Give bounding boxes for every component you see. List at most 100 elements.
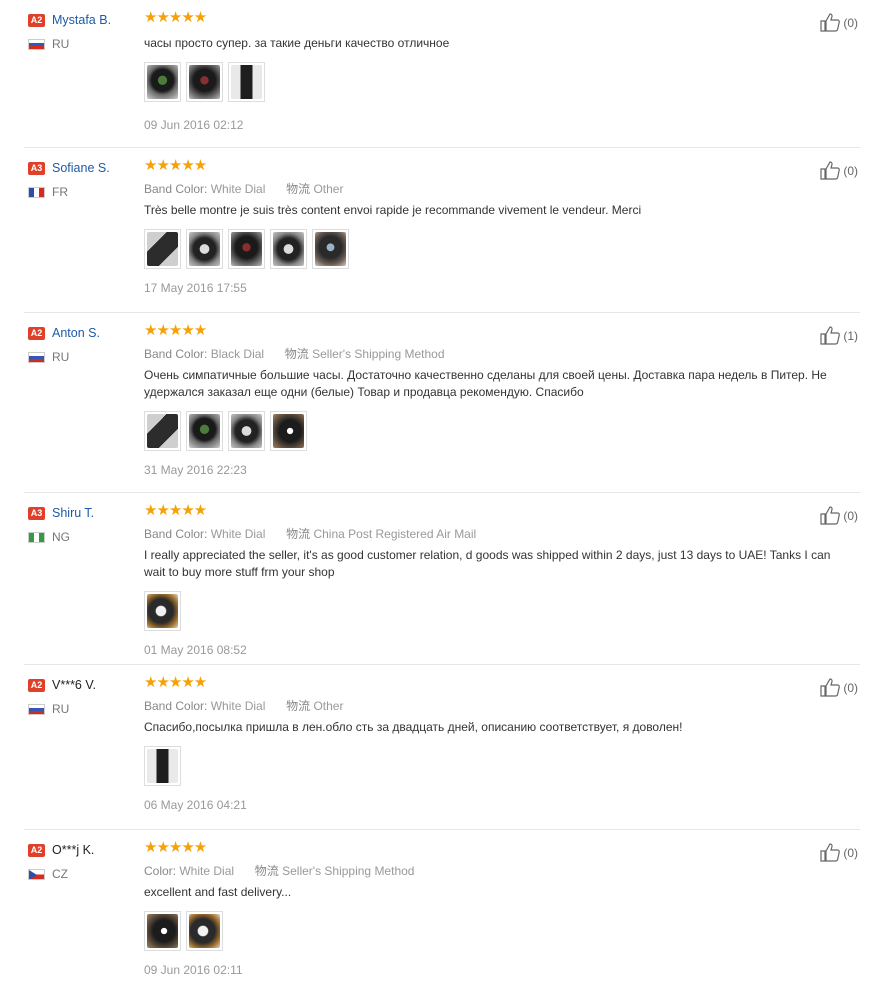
review-content: ★★★★★ Band Color: White Dial 物流 Other Сп…: [144, 675, 834, 812]
review-photo[interactable]: [228, 62, 265, 102]
attr-value: Other: [313, 699, 344, 713]
reviewer-country: RU: [52, 350, 70, 364]
buyer-level-badge: A2: [28, 843, 45, 857]
useful-count: (0): [843, 680, 858, 695]
review-photo[interactable]: [186, 411, 223, 451]
attr-key: 物流: [284, 347, 309, 361]
reviewer-info: A3 Sofiane S. FR: [28, 160, 138, 199]
review-content: ★★★★★ Band Color: Black Dial 物流 Seller's…: [144, 323, 834, 477]
review-photo[interactable]: [270, 229, 307, 269]
review-text: I really appreciated the seller, it's as…: [144, 548, 831, 579]
review-photo[interactable]: [228, 411, 265, 451]
review-date: 09 Jun 2016 02:12: [144, 118, 244, 132]
review-photo[interactable]: [144, 411, 181, 451]
useful-button[interactable]: (1): [820, 326, 858, 345]
flag-icon: [28, 38, 45, 50]
reviewer-country: FR: [52, 185, 68, 199]
star-rating: ★★★★★: [144, 674, 207, 691]
attr-value: China Post Registered Air Mail: [313, 527, 477, 541]
attr-value: White Dial: [210, 182, 266, 196]
reviewer-info: A2 Mystafa B. RU: [28, 12, 138, 51]
review-text: Спасибо,посылка пришла в лен.обло сть за…: [144, 720, 683, 734]
reviewer-country: NG: [52, 530, 70, 544]
review-photo[interactable]: [186, 62, 223, 102]
review-attributes: Band Color: White Dial 物流 Other: [144, 180, 834, 196]
reviewer-info: A2 O***j K. CZ: [28, 842, 138, 881]
review-photo[interactable]: [144, 911, 181, 951]
review-item: A2 Anton S. RU ★★★★★ Band Color: Black D…: [24, 313, 860, 493]
useful-count: (0): [843, 15, 858, 30]
buyer-level-badge: A2: [28, 326, 45, 340]
buyer-level-badge: A2: [28, 13, 45, 27]
useful-count: (0): [843, 163, 858, 178]
attr-value: Seller's Shipping Method: [312, 347, 445, 361]
thumbs-up-icon: [820, 506, 841, 525]
review-item: A3 Shiru T. NG ★★★★★ Band Color: White D…: [24, 493, 860, 665]
useful-button[interactable]: (0): [820, 506, 858, 525]
reviewer-name[interactable]: Anton S.: [52, 326, 100, 340]
review-photo[interactable]: [228, 229, 265, 269]
review-item: A2 O***j K. CZ ★★★★★ Color: White Dial 物…: [24, 830, 860, 990]
buyer-level-badge: A2: [28, 678, 45, 692]
review-photos: [144, 229, 834, 269]
buyer-level-badge: A3: [28, 161, 45, 175]
reviewer-country: RU: [52, 37, 70, 51]
review-photos: [144, 746, 834, 786]
useful-count: (0): [843, 845, 858, 860]
useful-button[interactable]: (0): [820, 843, 858, 862]
useful-button[interactable]: (0): [820, 161, 858, 180]
review-photo[interactable]: [186, 229, 223, 269]
flag-icon: [28, 703, 45, 715]
reviewer-country: CZ: [52, 867, 68, 881]
review-item: A2 Mystafa B. RU ★★★★★ часы просто супер…: [24, 0, 860, 148]
attr-value: White Dial: [179, 864, 235, 878]
thumbs-up-icon: [820, 843, 841, 862]
thumbs-up-icon: [820, 678, 841, 697]
review-content: ★★★★★ часы просто супер. за такие деньги…: [144, 10, 834, 132]
attr-key: Band Color:: [144, 699, 208, 713]
attr-key: Band Color:: [144, 347, 208, 361]
reviewer-info: A2 Anton S. RU: [28, 325, 138, 364]
reviewer-name[interactable]: Shiru T.: [52, 506, 94, 520]
review-content: ★★★★★ Band Color: White Dial 物流 China Po…: [144, 503, 834, 657]
flag-icon: [28, 531, 45, 543]
review-date: 01 May 2016 08:52: [144, 643, 247, 657]
review-date: 09 Jun 2016 02:11: [144, 963, 243, 977]
review-photos: [144, 911, 834, 951]
thumbs-up-icon: [820, 161, 841, 180]
review-photo[interactable]: [144, 591, 181, 631]
review-attributes: Band Color: White Dial 物流 Other: [144, 697, 834, 713]
review-photo[interactable]: [312, 229, 349, 269]
review-item: A3 Sofiane S. FR ★★★★★ Band Color: White…: [24, 148, 860, 313]
flag-icon: [28, 186, 45, 198]
reviewer-name: O***j K.: [52, 843, 95, 857]
review-date: 31 May 2016 22:23: [144, 463, 247, 477]
reviewer-name[interactable]: Sofiane S.: [52, 161, 110, 175]
review-text: excellent and fast delivery...: [144, 885, 292, 899]
review-photo[interactable]: [186, 911, 223, 951]
reviewer-name[interactable]: Mystafa B.: [52, 13, 111, 27]
review-attributes: Color: White Dial 物流 Seller's Shipping M…: [144, 862, 834, 878]
review-photo[interactable]: [144, 746, 181, 786]
review-attributes: Band Color: Black Dial 物流 Seller's Shipp…: [144, 345, 834, 361]
flag-icon: [28, 868, 45, 880]
flag-icon: [28, 351, 45, 363]
reviewer-info: A2 V***6 V. RU: [28, 677, 138, 716]
attr-value: White Dial: [210, 699, 266, 713]
attr-value: Black Dial: [210, 347, 265, 361]
useful-button[interactable]: (0): [820, 13, 858, 32]
useful-button[interactable]: (0): [820, 678, 858, 697]
thumbs-up-icon: [820, 326, 841, 345]
review-item: A2 V***6 V. RU ★★★★★ Band Color: White D…: [24, 665, 860, 830]
review-photo[interactable]: [270, 411, 307, 451]
attr-key: Color:: [144, 864, 177, 878]
review-photo[interactable]: [144, 229, 181, 269]
review-photo[interactable]: [144, 62, 181, 102]
review-photos: [144, 591, 834, 631]
attr-value: Other: [313, 182, 344, 196]
review-date: 06 May 2016 04:21: [144, 798, 247, 812]
review-date: 17 May 2016 17:55: [144, 281, 247, 295]
useful-count: (1): [843, 328, 858, 343]
review-text: Très belle montre je suis très content e…: [144, 203, 642, 217]
review-text: часы просто супер. за такие деньги качес…: [144, 36, 450, 50]
